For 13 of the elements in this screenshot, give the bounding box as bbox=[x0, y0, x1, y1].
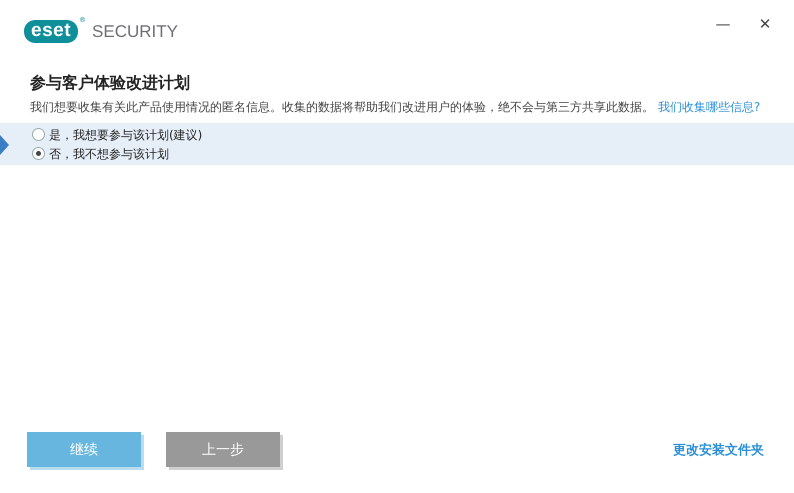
page-title: 参与客户体验改进计划 bbox=[30, 72, 191, 94]
pointer-icon bbox=[0, 135, 9, 155]
close-button[interactable]: ✕ bbox=[750, 12, 780, 36]
radio-button[interactable] bbox=[32, 147, 45, 160]
description: 我们想要收集有关此产品使用情况的匿名信息。收集的数据将帮助我们改进用户的体验，绝不会与第三方共享此数据。 我们收集哪些信息? bbox=[30, 100, 762, 115]
radio-button[interactable] bbox=[32, 128, 45, 141]
option-label[interactable]: 是，我想要参与该计划(建议) bbox=[49, 126, 202, 142]
info-link[interactable]: 我们收集哪些信息? bbox=[658, 100, 760, 114]
option-label[interactable]: 否，我不想参与该计划 bbox=[49, 146, 169, 162]
product-name: SECURITY bbox=[92, 22, 178, 42]
change-folder-link[interactable]: 更改安装文件夹 bbox=[673, 440, 764, 458]
logo: eset bbox=[24, 20, 78, 43]
minimize-button[interactable]: — bbox=[708, 12, 738, 36]
